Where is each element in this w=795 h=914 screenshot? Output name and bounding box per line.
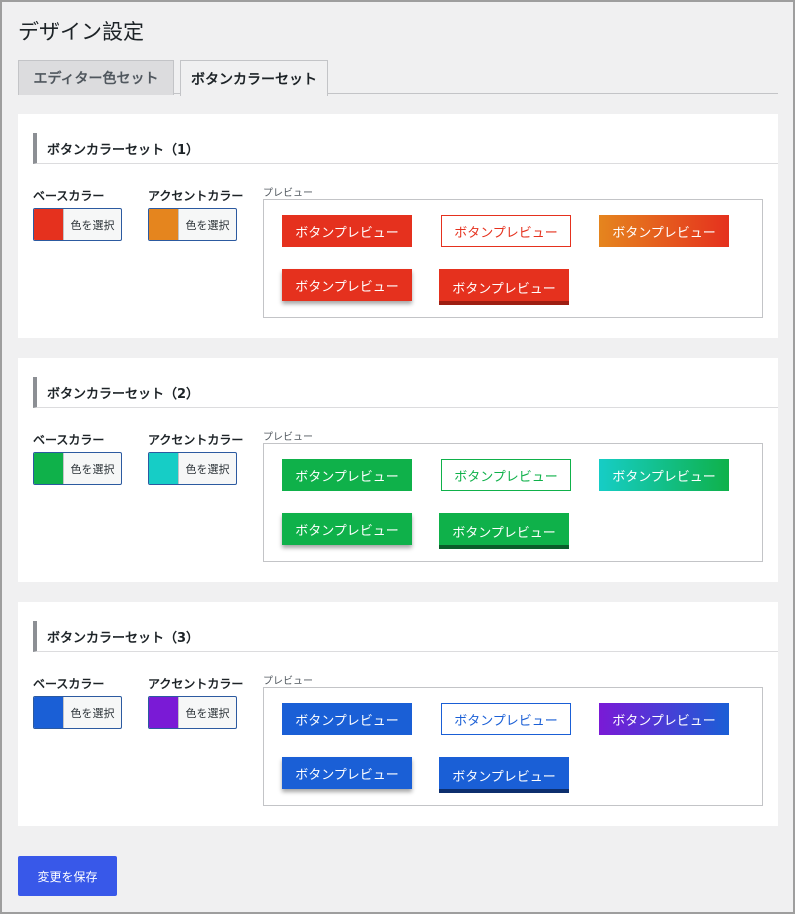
accent-color-swatch <box>149 453 179 484</box>
accent-color-swatch <box>149 697 179 728</box>
preview-button-solid[interactable]: ボタンプレビュー <box>282 703 412 735</box>
pick-color-text: 色を選択 <box>185 218 230 232</box>
accent-color-swatch <box>149 209 179 240</box>
button-color-set-panel: ボタンカラーセット（1） ベースカラー アクセントカラー 色を選択 色を選択 プ… <box>18 114 778 338</box>
base-color-label: ベースカラー <box>33 433 105 447</box>
save-button[interactable]: 変更を保存 <box>18 856 117 896</box>
base-color-picker[interactable]: 色を選択 <box>33 696 122 729</box>
accent-color-label: アクセントカラー <box>148 677 244 691</box>
accent-color-label: アクセントカラー <box>148 433 244 447</box>
accent-color-picker[interactable]: 色を選択 <box>148 208 237 241</box>
preview-box: ボタンプレビュー ボタンプレビュー ボタンプレビュー ボタンプレビュー ボタンプ… <box>263 443 763 562</box>
base-color-swatch <box>34 697 64 728</box>
pick-color-text: 色を選択 <box>185 706 230 720</box>
tab-button-color-set[interactable]: ボタンカラーセット <box>180 60 328 96</box>
preview-button-outline[interactable]: ボタンプレビュー <box>441 215 571 247</box>
preview-button-shadow[interactable]: ボタンプレビュー <box>282 513 412 545</box>
button-color-set-panel: ボタンカラーセット（2） ベースカラー アクセントカラー 色を選択 色を選択 プ… <box>18 358 778 582</box>
accent-color-picker[interactable]: 色を選択 <box>148 696 237 729</box>
preview-button-gradient[interactable]: ボタンプレビュー <box>599 703 729 735</box>
tab-editor-color-set[interactable]: エディター色セット <box>18 60 174 95</box>
button-color-set-panel: ボタンカラーセット（3） ベースカラー アクセントカラー 色を選択 色を選択 プ… <box>18 602 778 826</box>
preview-button-border-bottom[interactable]: ボタンプレビュー <box>439 269 569 305</box>
pick-color-text: 色を選択 <box>70 462 115 476</box>
page-title: デザイン設定 <box>18 20 144 44</box>
preview-button-border-bottom[interactable]: ボタンプレビュー <box>439 513 569 549</box>
preview-button-solid[interactable]: ボタンプレビュー <box>282 215 412 247</box>
preview-button-gradient[interactable]: ボタンプレビュー <box>599 215 729 247</box>
accent-color-label: アクセントカラー <box>148 189 244 203</box>
preview-button-gradient[interactable]: ボタンプレビュー <box>599 459 729 491</box>
preview-button-shadow[interactable]: ボタンプレビュー <box>282 757 412 789</box>
base-color-label: ベースカラー <box>33 189 105 203</box>
panel-title: ボタンカラーセット（2） <box>33 377 778 408</box>
preview-button-outline[interactable]: ボタンプレビュー <box>441 459 571 491</box>
base-color-picker[interactable]: 色を選択 <box>33 208 122 241</box>
preview-button-outline[interactable]: ボタンプレビュー <box>441 703 571 735</box>
pick-color-text: 色を選択 <box>70 706 115 720</box>
panel-title: ボタンカラーセット（3） <box>33 621 778 652</box>
panel-title: ボタンカラーセット（1） <box>33 133 778 164</box>
preview-button-shadow[interactable]: ボタンプレビュー <box>282 269 412 301</box>
preview-box: ボタンプレビュー ボタンプレビュー ボタンプレビュー ボタンプレビュー ボタンプ… <box>263 199 763 318</box>
preview-box: ボタンプレビュー ボタンプレビュー ボタンプレビュー ボタンプレビュー ボタンプ… <box>263 687 763 806</box>
preview-button-solid[interactable]: ボタンプレビュー <box>282 459 412 491</box>
base-color-swatch <box>34 453 64 484</box>
pick-color-text: 色を選択 <box>185 462 230 476</box>
preview-label: プレビュー <box>263 432 313 443</box>
base-color-label: ベースカラー <box>33 677 105 691</box>
preview-label: プレビュー <box>263 676 313 687</box>
tab-bar: エディター色セット ボタンカラーセット <box>18 58 778 96</box>
pick-color-text: 色を選択 <box>70 218 115 232</box>
base-color-swatch <box>34 209 64 240</box>
preview-label: プレビュー <box>263 188 313 199</box>
base-color-picker[interactable]: 色を選択 <box>33 452 122 485</box>
preview-button-border-bottom[interactable]: ボタンプレビュー <box>439 757 569 793</box>
accent-color-picker[interactable]: 色を選択 <box>148 452 237 485</box>
